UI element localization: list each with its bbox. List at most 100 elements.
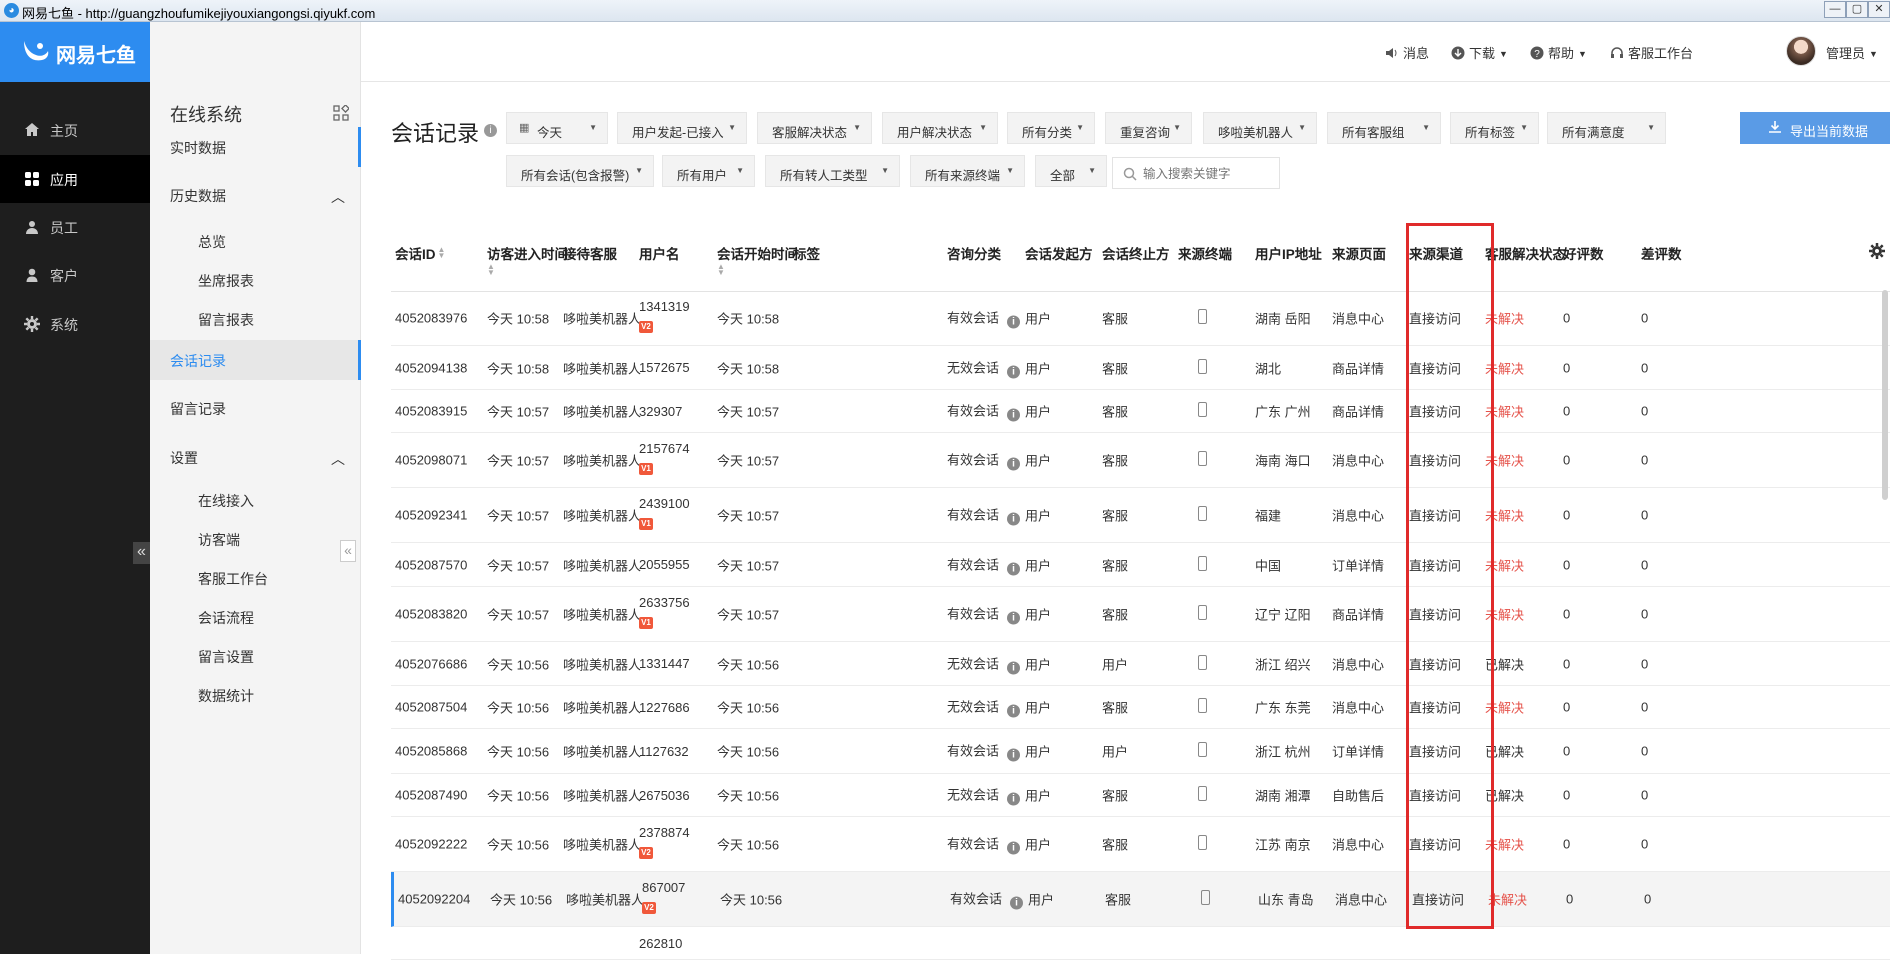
filter-dropdown[interactable]: ▦ 今天 ▼ xyxy=(506,112,608,144)
info-icon[interactable]: i xyxy=(1007,748,1021,762)
cell-category: 有效会话 i xyxy=(946,872,1024,926)
subnav-item-0[interactable]: 实时数据 xyxy=(150,127,361,167)
cell-value: 无效会话 i xyxy=(947,653,1021,674)
workbench-link[interactable]: 客服工作台 xyxy=(1610,43,1693,62)
subnav-item-6[interactable]: 留言记录 xyxy=(150,388,361,428)
close-button[interactable]: ✕ xyxy=(1868,1,1890,18)
table-row[interactable]: 4052092341 今天 10:57 哆啦美机器人 V1 2439100 今天 10:5… xyxy=(391,488,1890,543)
info-icon[interactable]: i xyxy=(1007,408,1021,422)
nav-item-3[interactable]: 客户 xyxy=(0,251,150,299)
filter-dropdown[interactable]: 所有转人工类型 ▼ xyxy=(765,155,900,187)
subnav-item-2[interactable]: 总览 xyxy=(150,221,361,261)
cell-text: 未解决 xyxy=(1488,892,1528,908)
export-button[interactable]: 导出当前数据 xyxy=(1740,112,1890,144)
search-input[interactable] xyxy=(1143,164,1273,184)
export-label: 导出当前数据 xyxy=(1790,124,1869,139)
info-icon[interactable]: i xyxy=(1007,365,1021,378)
table-row[interactable]: 4052085868 今天 10:56 哆啦美机器人 1127632 今天 10:56 有… xyxy=(391,729,1890,774)
info-icon[interactable]: i xyxy=(1007,562,1021,575)
table-row[interactable]: 4052076686 今天 10:56 哆啦美机器人 1331447 今天 10:56 无… xyxy=(391,642,1890,686)
info-icon[interactable]: i xyxy=(1010,896,1024,910)
table-row[interactable]: 4052087570 今天 10:57 哆啦美机器人 2055955 今天 10:57 有… xyxy=(391,543,1890,587)
table-row[interactable]: 4052092222 今天 10:56 哆啦美机器人 V2 2378874 今天 10:5… xyxy=(391,817,1890,872)
table-row[interactable]: 4052083915 今天 10:57 哆啦美机器人 329307 今天 10:57 有效… xyxy=(391,390,1890,433)
info-icon[interactable]: i xyxy=(1007,315,1021,329)
subnav-item-1[interactable]: 历史数据 ︿ xyxy=(150,175,361,215)
messages-menu[interactable]: 消息 xyxy=(1385,43,1429,62)
logo[interactable]: 网易七鱼 xyxy=(0,22,150,82)
subnav-item-12[interactable]: 留言设置 xyxy=(150,636,361,676)
info-icon[interactable]: i xyxy=(1007,661,1021,674)
cell-agent: 哆啦美机器人 xyxy=(559,642,641,685)
column-header[interactable]: 会话开始时间 ▲ ▼ xyxy=(713,225,798,291)
cell-value: 今天 10:56 xyxy=(717,835,779,854)
subnav-item-7[interactable]: 设置 ︿ xyxy=(150,437,361,477)
cell-value: 今天 10:56 xyxy=(717,698,779,717)
filter-dropdown[interactable]: 哆啦美机器人 ▼ xyxy=(1203,112,1317,144)
minimize-button[interactable]: — xyxy=(1824,1,1846,18)
subnav-item-10[interactable]: 客服工作台 xyxy=(150,558,361,598)
cell-value: 今天 10:58 xyxy=(487,358,549,377)
subnav-item-13[interactable]: 数据统计 xyxy=(150,675,361,715)
column-header[interactable]: 会话ID ▲ ▼ xyxy=(391,225,483,291)
filter-dropdown[interactable]: 所有标签 ▼ xyxy=(1450,112,1539,144)
filter-dropdown[interactable]: 所有客服组 ▼ xyxy=(1327,112,1441,144)
collapse-subnav-button[interactable]: « xyxy=(340,540,356,562)
info-icon[interactable]: i xyxy=(1007,611,1021,625)
avatar[interactable] xyxy=(1786,36,1816,66)
nav-item-1[interactable]: 应用 xyxy=(0,155,150,203)
user-menu[interactable]: 管理员 ▼ xyxy=(1826,43,1878,62)
table-row[interactable]: 4052092204 今天 10:56 哆啦美机器人 V2 867007 今天 10:56… xyxy=(391,872,1890,927)
filter-dropdown[interactable]: 所有会话(包含报警) ▼ xyxy=(506,155,654,187)
column-header[interactable]: 访客进入时间 ▲ ▼ xyxy=(483,225,568,291)
table-row[interactable]: 4052098071 今天 10:57 哆啦美机器人 V1 2157674 今天 10:5… xyxy=(391,433,1890,488)
filter-dropdown[interactable]: 所有满意度 ▼ xyxy=(1547,112,1666,144)
info-icon[interactable]: i xyxy=(1007,841,1021,855)
info-icon[interactable]: i xyxy=(1007,792,1021,806)
cell-category: 有效会话 i xyxy=(943,433,1021,487)
cell-value: 订单详情 xyxy=(1332,742,1384,761)
filter-dropdown[interactable]: 客服解决状态 ▼ xyxy=(757,112,872,144)
info-icon[interactable]: i xyxy=(1007,704,1021,718)
table-row[interactable]: 262810 xyxy=(391,927,1890,960)
subnav-item-4[interactable]: 留言报表 xyxy=(150,299,361,339)
filter-dropdown[interactable]: 重复咨询 ▼ xyxy=(1105,112,1192,144)
subnav-item-9[interactable]: 访客端 xyxy=(150,519,361,559)
filter-dropdown[interactable]: 所有用户 ▼ xyxy=(662,155,755,187)
maximize-button[interactable]: ▢ xyxy=(1846,1,1868,18)
sort-icon[interactable]: ▲ ▼ xyxy=(487,263,495,277)
table-row[interactable]: 4052087490 今天 10:56 哆啦美机器人 2675036 今天 10:56 无… xyxy=(391,774,1890,817)
table-row[interactable]: 4052094138 今天 10:58 哆啦美机器人 1572675 今天 10:58 无… xyxy=(391,346,1890,390)
scrollbar[interactable] xyxy=(1882,290,1888,500)
column-header-text: 会话发起方 xyxy=(1025,247,1093,262)
subnav-item-5[interactable]: 会话记录 xyxy=(150,340,361,380)
cell-status: 未解决 xyxy=(1481,817,1559,871)
sort-icon[interactable]: ▲ ▼ xyxy=(438,246,446,260)
info-icon[interactable]: i xyxy=(1007,512,1021,526)
search-box[interactable] xyxy=(1112,157,1280,189)
gear-icon[interactable] xyxy=(1869,243,1885,259)
cell-value: 今天 10:56 xyxy=(717,786,779,805)
filter-dropdown[interactable]: 用户发起-已接入 ▼ xyxy=(617,112,747,144)
grid-icon[interactable] xyxy=(333,105,349,121)
info-icon[interactable]: i xyxy=(1007,457,1021,471)
table-row[interactable]: 4052087504 今天 10:56 哆啦美机器人 1227686 今天 10:56 无… xyxy=(391,686,1890,729)
collapse-sidebar-button[interactable]: « xyxy=(133,542,150,564)
table-row[interactable]: 4052083820 今天 10:57 哆啦美机器人 V1 2633756 今天 10:5… xyxy=(391,587,1890,642)
nav-item-0[interactable]: 主页 xyxy=(0,106,150,154)
filter-dropdown[interactable]: 用户解决状态 ▼ xyxy=(882,112,998,144)
sort-icon[interactable]: ▲ ▼ xyxy=(717,263,725,277)
filter-dropdown[interactable]: 所有来源终端 ▼ xyxy=(910,155,1025,187)
filter-dropdown[interactable]: 全部 ▼ xyxy=(1035,155,1107,187)
subnav-item-11[interactable]: 会话流程 xyxy=(150,597,361,637)
nav-item-4[interactable]: 系统 xyxy=(0,300,150,348)
info-icon[interactable]: i xyxy=(484,124,497,137)
cell-status: 未解决 xyxy=(1481,543,1559,586)
nav-item-2[interactable]: 员工 xyxy=(0,203,150,251)
filter-dropdown[interactable]: 所有分类 ▼ xyxy=(1007,112,1095,144)
help-menu[interactable]: ? 帮助 ▼ xyxy=(1530,43,1587,62)
subnav-item-3[interactable]: 坐席报表 xyxy=(150,260,361,300)
table-row[interactable]: 4052083976 今天 10:58 哆啦美机器人 V2 1341319 今天 10:5… xyxy=(391,291,1890,346)
subnav-item-8[interactable]: 在线接入 xyxy=(150,480,361,520)
download-menu[interactable]: 下载 ▼ xyxy=(1451,43,1508,62)
